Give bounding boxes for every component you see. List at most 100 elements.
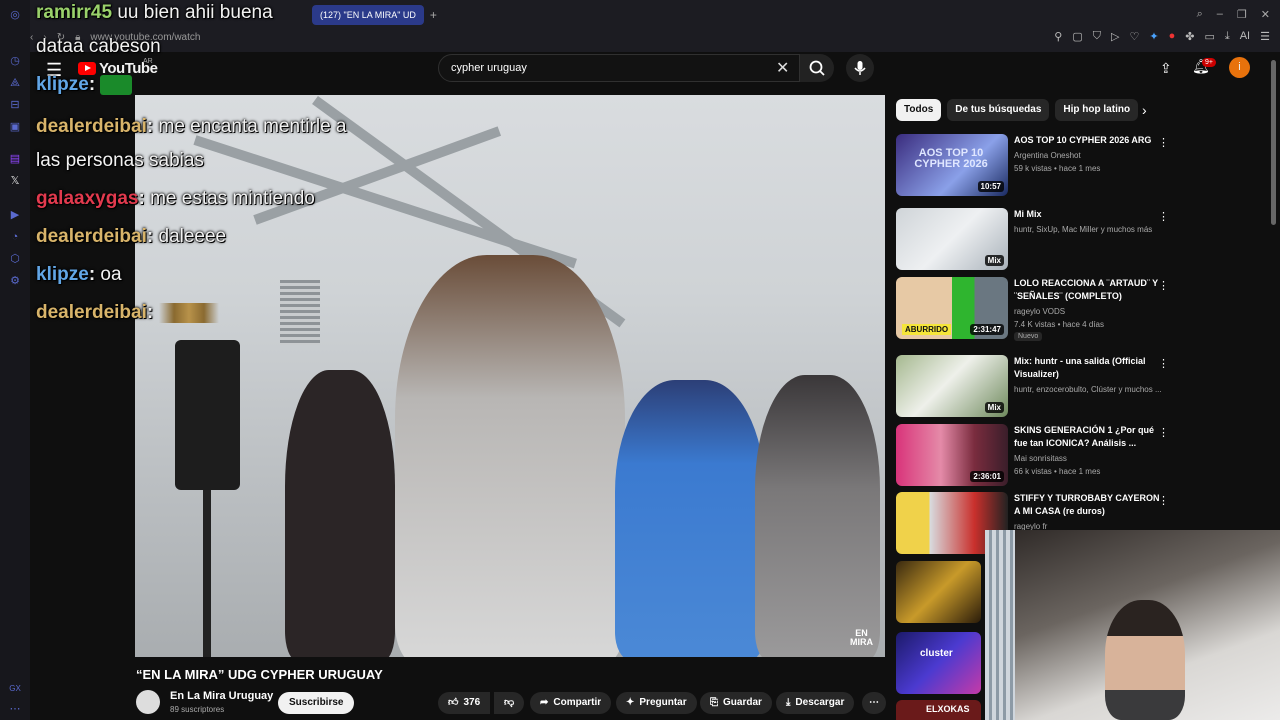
sidebar-icon[interactable]: ◷ [9, 55, 21, 67]
settings-icon[interactable]: ⚙ [9, 275, 21, 287]
sidebar-icon[interactable]: ⟁ [9, 77, 21, 89]
restore-icon[interactable]: ❐ [1237, 8, 1247, 21]
extension-icon[interactable]: ✦ [1149, 30, 1158, 43]
scrollbar[interactable] [1271, 60, 1276, 225]
pin-icon[interactable]: ⚲ [1054, 30, 1062, 43]
avatar[interactable]: i [1229, 57, 1250, 78]
recommendation-title[interactable]: LOLO REACCIONA A ¨ARTAUD¨ Y ¨SEÑALES¨ (C… [1014, 277, 1162, 303]
video-player[interactable]: EN MIRA [135, 95, 885, 657]
share-button[interactable]: ➦ Compartir [530, 692, 612, 714]
browser-tab-active[interactable]: (127) "EN LA MIRA" UD [312, 5, 424, 25]
channel-name[interactable]: En La Mira Uruguay [170, 690, 273, 702]
record-icon[interactable]: ● [1169, 30, 1176, 43]
sidebar-icon[interactable]: ⬡ [9, 253, 21, 265]
search-input[interactable]: cypher uruguay [438, 54, 800, 82]
twitch-icon[interactable]: ▤ [9, 153, 21, 165]
screenshot-icon[interactable]: ▢ [1072, 30, 1082, 43]
back-icon[interactable]: ‹ [30, 32, 33, 43]
download-button[interactable]: ⤓ Descargar [776, 692, 855, 714]
download-icon: ⤓ [786, 697, 791, 708]
shield-icon[interactable]: ⛉ [1093, 30, 1101, 43]
video-thumbnail[interactable] [896, 561, 981, 623]
chip-all[interactable]: Todos [896, 99, 942, 121]
recommendation-title[interactable]: Mi Mix [1014, 208, 1162, 221]
more-options-icon[interactable]: ⋮ [1158, 210, 1169, 223]
chat-message: dealerdeibai: me encanta mentirle a [36, 116, 347, 137]
sidebar-icon[interactable]: ▣ [9, 121, 21, 133]
video-thumbnail[interactable]: AOS TOP 10 CYPHER 2026 10:57 [896, 134, 1008, 196]
more-options-icon[interactable]: ⋮ [1158, 136, 1169, 149]
heart-icon[interactable]: ♡ [1129, 30, 1139, 43]
video-thumbnail[interactable]: ELXOKAS [896, 700, 981, 720]
recommendation-item[interactable]: AOS TOP 10 CYPHER 2026 10:57 AOS TOP 10 … [896, 134, 1169, 196]
ask-button[interactable]: ✦ Preguntar [616, 692, 697, 714]
voice-search-button[interactable] [846, 54, 874, 82]
chat-text: oa [95, 264, 122, 285]
chevron-right-icon[interactable]: › [1142, 102, 1147, 118]
close-icon[interactable]: ✕ [1261, 8, 1270, 21]
ai-icon[interactable]: AI [1240, 30, 1250, 43]
video-thumbnail[interactable]: cluster [896, 632, 981, 694]
download-icon[interactable]: ⤓ [1225, 30, 1230, 43]
recommendation-item[interactable]: 2:36:01 SKINS GENERACIÓN 1 ¿Por qué fue … [896, 424, 1169, 486]
speaker-stand [203, 490, 211, 657]
chat-text: me encanta mentirle a [153, 116, 347, 137]
recommendation-channel[interactable]: huntr, SixUp, Mac Miller y muchos más [1014, 224, 1162, 235]
sidebar-icon[interactable]: ▶ [9, 209, 21, 221]
more-icon[interactable]: ⋯ [9, 703, 21, 715]
subscribe-button[interactable]: Suscribirse [278, 692, 355, 714]
recommendation-item[interactable]: Mix Mi Mix huntr, SixUp, Mac Miller y mu… [896, 208, 1169, 270]
recommendation-title[interactable]: STIFFY Y TURROBABY CAYERON A MI CASA (re… [1014, 492, 1162, 518]
recommendation-channel[interactable]: Mai sonrisitass [1014, 453, 1162, 464]
emote-icon [158, 302, 219, 323]
recommendation-item[interactable]: Mix Mix: huntr - una salida (Official Vi… [896, 355, 1169, 417]
filter-chips: Todos De tus búsquedas Hip hop latino [896, 99, 1139, 121]
recommendation-title[interactable]: SKINS GENERACIÓN 1 ¿Por qué fue tan ICON… [1014, 424, 1162, 450]
more-options-icon[interactable]: ⋮ [1158, 279, 1169, 292]
search-icon[interactable]: ⌕ [1197, 8, 1203, 21]
puzzle-icon[interactable]: ✤ [1185, 30, 1194, 43]
more-actions-button[interactable]: ⋯ [862, 692, 886, 714]
curtain [985, 530, 1015, 720]
speaker [175, 340, 240, 490]
minimize-icon[interactable]: – [1217, 8, 1223, 21]
webcam-overlay [985, 530, 1280, 720]
browser-logo-icon[interactable]: ◎ [9, 9, 21, 21]
wall-vent [280, 280, 320, 345]
clock-icon[interactable]: ◔ [9, 231, 21, 243]
dislike-button[interactable]: 👎︎ [494, 692, 525, 714]
chat-message: dealerdeibai: [36, 302, 219, 324]
video-thumbnail[interactable]: Mix [896, 355, 1008, 417]
video-thumbnail[interactable]: Mix [896, 208, 1008, 270]
recommendation-channel[interactable]: Argentina Oneshot [1014, 150, 1162, 161]
chip-from-searches[interactable]: De tus búsquedas [947, 99, 1050, 121]
like-button[interactable]: 👍︎ 376 [438, 692, 491, 714]
chip-latin-hiphop[interactable]: Hip hop latino [1055, 99, 1139, 121]
clear-search-icon[interactable]: ✕ [776, 58, 789, 78]
wallet-icon[interactable]: ▭ [1204, 30, 1214, 43]
more-options-icon[interactable]: ⋮ [1158, 426, 1169, 439]
chat-message: ramirr45 uu bien ahii buena [36, 2, 273, 24]
x-icon[interactable]: 𝕏 [9, 175, 21, 187]
sidebar-icon[interactable]: ⊟ [9, 99, 21, 111]
channel-avatar[interactable] [136, 690, 160, 714]
menu-icon[interactable]: ☰ [1260, 30, 1270, 43]
video-thumbnail[interactable]: 2:36:01 [896, 424, 1008, 486]
more-options-icon[interactable]: ⋮ [1158, 494, 1169, 507]
recommendation-title[interactable]: Mix: huntr - una salida (Official Visual… [1014, 355, 1162, 381]
video-duration: 10:57 [977, 181, 1004, 192]
recommendation-channel[interactable]: huntr, enzocerobulto, Clúster y muchos .… [1014, 384, 1162, 395]
upload-icon[interactable]: ⇪ [1160, 60, 1172, 77]
search-button[interactable] [800, 54, 834, 82]
chat-username: ramirr45 [36, 2, 113, 23]
recommendation-title[interactable]: AOS TOP 10 CYPHER 2026 ARG [1014, 134, 1162, 147]
save-button[interactable]: ⎘ Guardar [700, 692, 772, 714]
more-options-icon[interactable]: ⋮ [1158, 357, 1169, 370]
play-icon[interactable]: ▷ [1111, 30, 1119, 43]
video-thumbnail[interactable]: ABURRIDO 2:31:47 [896, 277, 1008, 339]
chat-text: dataa cabeson [36, 36, 161, 57]
recommendation-item[interactable]: ABURRIDO 2:31:47 LOLO REACCIONA A ¨ARTAU… [896, 277, 1169, 341]
recommendation-channel[interactable]: rageylo VODS [1014, 306, 1162, 317]
gx-icon[interactable]: GX [9, 683, 21, 695]
new-tab-button[interactable]: + [430, 8, 437, 22]
